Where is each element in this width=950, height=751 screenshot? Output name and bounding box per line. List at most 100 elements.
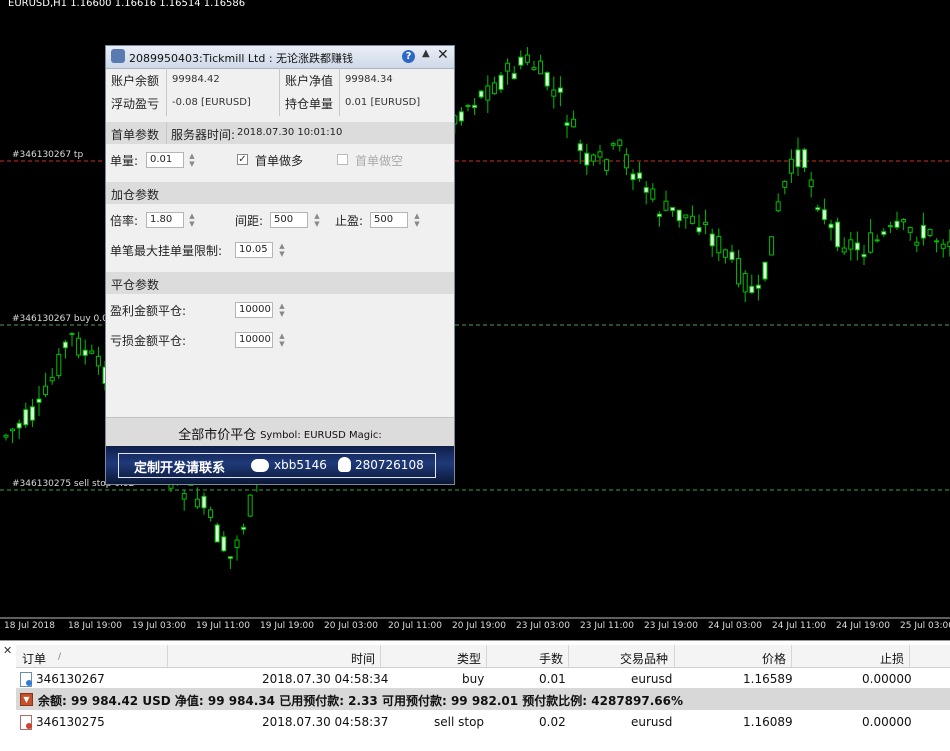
candle-body [491,82,497,95]
buy-line-label: #346130267 buy 0.01 [12,314,114,324]
max-lot-spinner[interactable]: ▲ ▼ [278,242,286,258]
order-lots: 0.01 [539,672,566,686]
candle-body [709,233,715,247]
candle-body [736,258,742,285]
qq-icon [338,457,351,472]
candle-body [465,104,471,107]
col-price[interactable]: 价格 [762,650,786,667]
candle-body [617,139,623,147]
col-symbol[interactable]: 交易品种 [620,650,668,667]
long-first-checkbox[interactable]: ✓ [237,154,248,165]
profit-close-input[interactable]: 10000 [235,302,273,318]
time-tick-label: 18 Jul 2018 [4,621,55,631]
candle-body [650,188,656,200]
candle-body [10,428,16,432]
candle-body [610,143,616,146]
col-lots[interactable]: 手数 [539,650,563,667]
candle-body [907,227,913,233]
candle-body [557,87,563,93]
panel-title: 2089950403:Tickmill Ltd : 无论涨跌都赚钱 [129,52,354,65]
wechat-id: xbb5146 [274,458,327,472]
order-price: 1.16589 [743,672,793,686]
take-profit-spinner[interactable]: ▲ ▼ [413,212,421,228]
order-stoploss: 0.00000 [862,672,912,686]
close-all-button[interactable]: 全部市价平仓 Symbol: EURUSD Magic: [106,417,454,446]
help-icon[interactable]: ? [402,50,415,63]
time-tick-label: 24 Jul 19:00 [836,621,890,631]
candle-body [663,200,669,211]
candle-body [36,398,42,403]
contact-text: 定制开发请联系 [134,461,226,476]
candle-body [524,54,530,63]
candle-body [914,241,920,246]
candle-body [538,60,544,75]
candle-body [584,152,590,166]
candle-body [623,154,629,169]
loss-close-spinner[interactable]: ▲ ▼ [278,332,286,348]
candle-body [881,231,887,235]
contact-banner[interactable]: 定制开发请联系 xbb5146 280726108 [106,446,454,484]
lot-label: 单量: [110,154,139,168]
loss-close-input[interactable]: 10000 [235,332,273,348]
lot-spinner[interactable]: ▲ ▼ [188,152,196,168]
long-first-label: 首单做多 [255,154,304,168]
candle-body [874,239,880,242]
balance-summary-row: ▼ 余额: 99 984.42 USD 净值: 99 984.34 已用预付款:… [16,688,950,710]
candle-body [69,332,75,335]
table-row[interactable]: 346130275 2018.07.30 04:58:37 sell stop … [16,712,950,732]
order-time: 2018.07.30 04:58:34 [262,672,389,686]
add-position-title: 加仓参数 [111,188,160,202]
max-lot-input[interactable]: 10.05 [235,242,273,258]
qq-id: 280726108 [355,458,424,472]
table-row[interactable]: 346130267 2018.07.30 04:58:34 buy 0.01 e… [16,669,950,689]
tp-line-label: #346130267 tp [12,150,84,160]
candle-body [729,251,735,261]
candle-body [934,240,940,243]
candle-body [590,154,596,162]
candle-body [201,495,207,509]
candle-body [696,227,702,233]
time-tick-label: 20 Jul 19:00 [452,621,506,631]
balance-summary: 余额: 99 984.42 USD 净值: 99 984.34 已用预付款: 2… [38,694,684,708]
candle-body [511,73,517,80]
candle-body [683,214,689,219]
time-tick-label: 23 Jul 19:00 [644,621,698,631]
candle-body [234,539,240,549]
candle-body [221,536,227,552]
candle-body [815,207,821,211]
terminal-close-icon[interactable]: ✕ [3,644,12,657]
sort-icon[interactable]: / [58,652,61,662]
col-type[interactable]: 类型 [457,650,481,667]
candle-body [577,143,583,152]
panel-titlebar[interactable]: 2089950403:Tickmill Ltd : 无论涨跌都赚钱 ? ▲ ✕ [106,46,454,69]
take-profit-input[interactable]: 500 [370,212,408,228]
profit-close-spinner[interactable]: ▲ ▼ [278,302,286,318]
gap-input[interactable]: 500 [270,212,308,228]
add-position-section: 加仓参数 [106,182,454,204]
candle-body [571,118,577,128]
col-stoploss[interactable]: 止损 [880,650,904,667]
time-tick-label: 18 Jul 19:00 [68,621,122,631]
order-price: 1.16089 [743,715,793,729]
order-time: 2018.07.30 04:58:37 [262,715,389,729]
ea-panel: 2089950403:Tickmill Ltd : 无论涨跌都赚钱 ? ▲ ✕ … [105,45,455,485]
take-profit-label: 止盈: [335,214,364,228]
candle-body [62,341,68,349]
candle-body [676,209,682,222]
time-tick-label: 19 Jul 03:00 [132,621,186,631]
lot-input[interactable]: 0.01 [146,152,184,168]
candle-body [894,220,900,228]
close-icon[interactable]: ✕ [437,47,449,63]
collapse-icon[interactable]: ▲ [422,48,430,59]
candle-body [689,215,695,224]
short-first-checkbox[interactable] [337,154,348,165]
col-order[interactable]: 订单 [22,650,46,667]
multiplier-spinner[interactable]: ▲ ▼ [188,212,196,228]
float-pl-label: 浮动盈亏 [111,97,160,111]
gap-spinner[interactable]: ▲ ▼ [313,212,321,228]
col-time[interactable]: 时间 [351,650,375,667]
multiplier-input[interactable]: 1.80 [146,212,184,228]
balance-label: 账户余额 [111,74,160,88]
candle-body [795,149,801,168]
candle-body [762,261,768,280]
